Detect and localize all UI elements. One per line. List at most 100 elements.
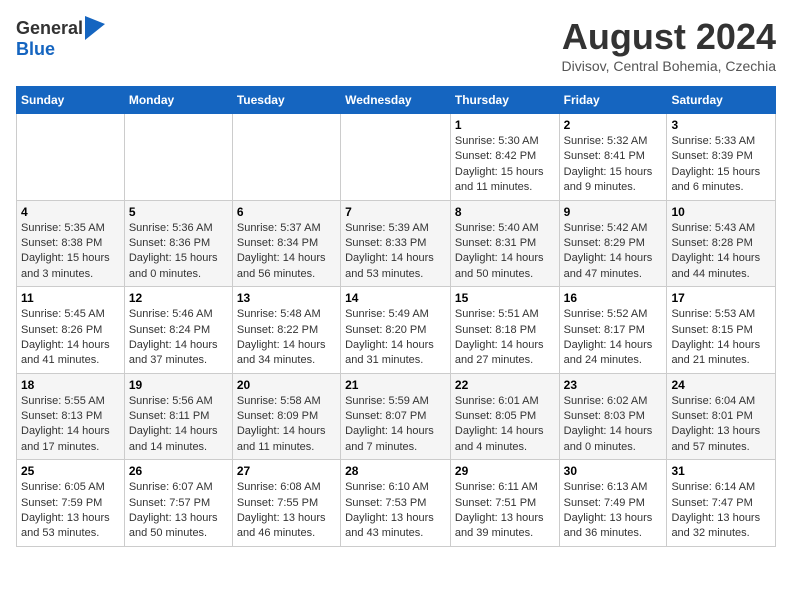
- day-number: 20: [237, 378, 336, 392]
- day-number: 4: [21, 205, 120, 219]
- day-info: Sunrise: 5:46 AM Sunset: 8:24 PM Dayligh…: [129, 307, 228, 369]
- day-info: Sunrise: 5:35 AM Sunset: 8:38 PM Dayligh…: [21, 221, 120, 283]
- day-info: Sunrise: 6:14 AM Sunset: 7:47 PM Dayligh…: [671, 480, 771, 542]
- calendar-cell: 21 Sunrise: 5:59 AM Sunset: 8:07 PM Dayli…: [341, 373, 451, 460]
- calendar-cell: 18 Sunrise: 5:55 AM Sunset: 8:13 PM Dayli…: [17, 373, 125, 460]
- logo-general: General: [16, 19, 83, 37]
- day-number: 3: [671, 118, 771, 132]
- day-number: 18: [21, 378, 120, 392]
- calendar-cell: 7 Sunrise: 5:39 AM Sunset: 8:33 PM Daylig…: [341, 200, 451, 287]
- day-number: 30: [564, 464, 663, 478]
- calendar-cell: 8 Sunrise: 5:40 AM Sunset: 8:31 PM Daylig…: [450, 200, 559, 287]
- calendar-week-row: 25 Sunrise: 6:05 AM Sunset: 7:59 PM Dayli…: [17, 460, 776, 547]
- day-info: Sunrise: 5:36 AM Sunset: 8:36 PM Dayligh…: [129, 221, 228, 283]
- day-of-week-header: Friday: [559, 87, 667, 114]
- day-number: 2: [564, 118, 663, 132]
- day-number: 17: [671, 291, 771, 305]
- day-number: 5: [129, 205, 228, 219]
- calendar-cell: 30 Sunrise: 6:13 AM Sunset: 7:49 PM Dayli…: [559, 460, 667, 547]
- day-number: 12: [129, 291, 228, 305]
- calendar-cell: [341, 114, 451, 201]
- day-info: Sunrise: 6:13 AM Sunset: 7:49 PM Dayligh…: [564, 480, 663, 542]
- day-info: Sunrise: 5:32 AM Sunset: 8:41 PM Dayligh…: [564, 134, 663, 196]
- day-number: 10: [671, 205, 771, 219]
- day-number: 7: [345, 205, 446, 219]
- calendar-week-row: 1 Sunrise: 5:30 AM Sunset: 8:42 PM Daylig…: [17, 114, 776, 201]
- calendar-cell: 15 Sunrise: 5:51 AM Sunset: 8:18 PM Dayli…: [450, 287, 559, 374]
- day-info: Sunrise: 5:40 AM Sunset: 8:31 PM Dayligh…: [455, 221, 555, 283]
- day-info: Sunrise: 6:02 AM Sunset: 8:03 PM Dayligh…: [564, 394, 663, 456]
- logo: General Blue: [16, 16, 105, 58]
- day-info: Sunrise: 5:51 AM Sunset: 8:18 PM Dayligh…: [455, 307, 555, 369]
- day-number: 26: [129, 464, 228, 478]
- day-number: 13: [237, 291, 336, 305]
- day-info: Sunrise: 5:56 AM Sunset: 8:11 PM Dayligh…: [129, 394, 228, 456]
- title-block: August 2024 Divisov, Central Bohemia, Cz…: [562, 16, 777, 74]
- calendar-cell: [124, 114, 232, 201]
- day-number: 11: [21, 291, 120, 305]
- day-number: 23: [564, 378, 663, 392]
- day-info: Sunrise: 5:52 AM Sunset: 8:17 PM Dayligh…: [564, 307, 663, 369]
- calendar-cell: 6 Sunrise: 5:37 AM Sunset: 8:34 PM Daylig…: [232, 200, 340, 287]
- day-info: Sunrise: 6:07 AM Sunset: 7:57 PM Dayligh…: [129, 480, 228, 542]
- day-of-week-header: Saturday: [667, 87, 776, 114]
- day-info: Sunrise: 5:59 AM Sunset: 8:07 PM Dayligh…: [345, 394, 446, 456]
- calendar-cell: 17Sunrise: 5:53 AM Sunset: 8:15 PM Dayli…: [667, 287, 776, 374]
- calendar-cell: 4 Sunrise: 5:35 AM Sunset: 8:38 PM Daylig…: [17, 200, 125, 287]
- calendar-cell: 19Sunrise: 5:56 AM Sunset: 8:11 PM Dayli…: [124, 373, 232, 460]
- day-number: 22: [455, 378, 555, 392]
- day-info: Sunrise: 5:58 AM Sunset: 8:09 PM Dayligh…: [237, 394, 336, 456]
- day-info: Sunrise: 5:37 AM Sunset: 8:34 PM Dayligh…: [237, 221, 336, 283]
- day-number: 27: [237, 464, 336, 478]
- calendar-cell: 16 Sunrise: 5:52 AM Sunset: 8:17 PM Dayli…: [559, 287, 667, 374]
- logo-icon: [85, 16, 105, 40]
- day-number: 15: [455, 291, 555, 305]
- day-info: Sunrise: 5:45 AM Sunset: 8:26 PM Dayligh…: [21, 307, 120, 369]
- day-number: 6: [237, 205, 336, 219]
- day-info: Sunrise: 5:49 AM Sunset: 8:20 PM Dayligh…: [345, 307, 446, 369]
- page-header: General Blue August 2024 Divisov, Centra…: [16, 16, 776, 74]
- day-number: 9: [564, 205, 663, 219]
- day-number: 29: [455, 464, 555, 478]
- day-number: 21: [345, 378, 446, 392]
- day-number: 8: [455, 205, 555, 219]
- calendar-cell: [17, 114, 125, 201]
- day-of-week-header: Wednesday: [341, 87, 451, 114]
- day-info: Sunrise: 5:42 AM Sunset: 8:29 PM Dayligh…: [564, 221, 663, 283]
- day-number: 14: [345, 291, 446, 305]
- calendar-cell: 13 Sunrise: 5:48 AM Sunset: 8:22 PM Dayli…: [232, 287, 340, 374]
- day-of-week-header: Thursday: [450, 87, 559, 114]
- calendar-week-row: 18 Sunrise: 5:55 AM Sunset: 8:13 PM Dayli…: [17, 373, 776, 460]
- location: Divisov, Central Bohemia, Czechia: [562, 58, 777, 74]
- day-number: 24: [671, 378, 771, 392]
- day-info: Sunrise: 6:08 AM Sunset: 7:55 PM Dayligh…: [237, 480, 336, 542]
- calendar-cell: 3Sunrise: 5:33 AM Sunset: 8:39 PM Daylig…: [667, 114, 776, 201]
- day-info: Sunrise: 6:10 AM Sunset: 7:53 PM Dayligh…: [345, 480, 446, 542]
- calendar-cell: 25 Sunrise: 6:05 AM Sunset: 7:59 PM Dayli…: [17, 460, 125, 547]
- day-info: Sunrise: 6:11 AM Sunset: 7:51 PM Dayligh…: [455, 480, 555, 542]
- calendar-cell: 14 Sunrise: 5:49 AM Sunset: 8:20 PM Dayli…: [341, 287, 451, 374]
- calendar-cell: 9 Sunrise: 5:42 AM Sunset: 8:29 PM Daylig…: [559, 200, 667, 287]
- calendar-cell: 22 Sunrise: 6:01 AM Sunset: 8:05 PM Dayli…: [450, 373, 559, 460]
- day-number: 16: [564, 291, 663, 305]
- day-info: Sunrise: 6:05 AM Sunset: 7:59 PM Dayligh…: [21, 480, 120, 542]
- calendar-week-row: 11 Sunrise: 5:45 AM Sunset: 8:26 PM Dayli…: [17, 287, 776, 374]
- calendar-cell: 24Sunrise: 6:04 AM Sunset: 8:01 PM Dayli…: [667, 373, 776, 460]
- day-number: 25: [21, 464, 120, 478]
- calendar-cell: [232, 114, 340, 201]
- day-info: Sunrise: 5:39 AM Sunset: 8:33 PM Dayligh…: [345, 221, 446, 283]
- day-info: Sunrise: 5:30 AM Sunset: 8:42 PM Dayligh…: [455, 134, 555, 196]
- logo-blue: Blue: [16, 40, 105, 58]
- calendar-cell: 27 Sunrise: 6:08 AM Sunset: 7:55 PM Dayli…: [232, 460, 340, 547]
- calendar-header-row: SundayMondayTuesdayWednesdayThursdayFrid…: [17, 87, 776, 114]
- calendar-cell: 12 Sunrise: 5:46 AM Sunset: 8:24 PM Dayli…: [124, 287, 232, 374]
- day-info: Sunrise: 6:01 AM Sunset: 8:05 PM Dayligh…: [455, 394, 555, 456]
- day-info: Sunrise: 5:48 AM Sunset: 8:22 PM Dayligh…: [237, 307, 336, 369]
- day-number: 28: [345, 464, 446, 478]
- calendar-cell: 31Sunrise: 6:14 AM Sunset: 7:47 PM Dayli…: [667, 460, 776, 547]
- day-number: 1: [455, 118, 555, 132]
- month-year: August 2024: [562, 16, 777, 58]
- calendar-cell: 20 Sunrise: 5:58 AM Sunset: 8:09 PM Dayli…: [232, 373, 340, 460]
- day-info: Sunrise: 5:55 AM Sunset: 8:13 PM Dayligh…: [21, 394, 120, 456]
- calendar-cell: 28 Sunrise: 6:10 AM Sunset: 7:53 PM Dayli…: [341, 460, 451, 547]
